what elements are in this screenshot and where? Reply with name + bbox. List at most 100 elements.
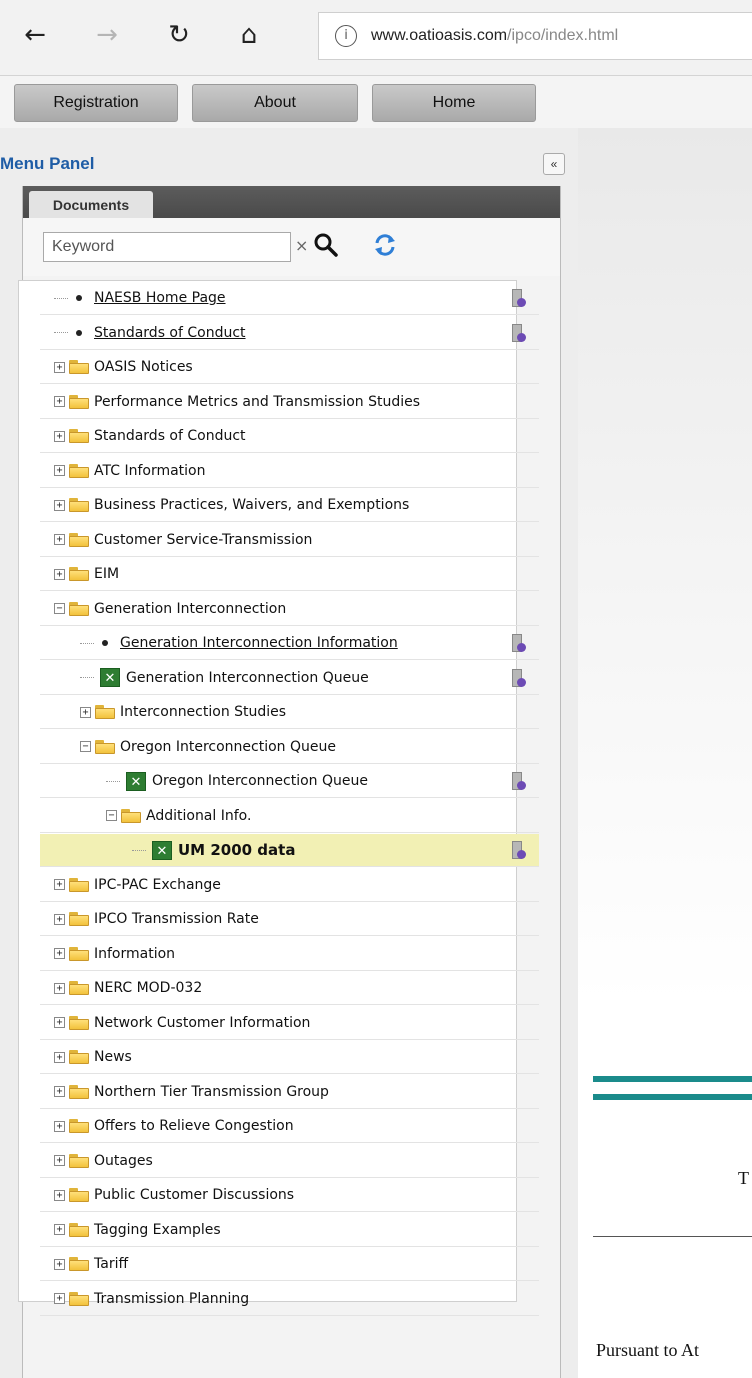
tree-item[interactable]: + Interconnection Studies [40, 696, 539, 729]
tree-item[interactable]: − Additional Info. [40, 800, 539, 833]
tab-documents[interactable]: Documents [29, 191, 153, 218]
tree-item[interactable]: + IPC-PAC Exchange [40, 869, 539, 902]
tree-item[interactable]: + OASIS Notices [40, 351, 539, 384]
expand-node-icon[interactable]: + [54, 1293, 65, 1304]
expand-node-icon[interactable]: + [54, 1155, 65, 1166]
tree-item[interactable]: + EIM [40, 558, 539, 591]
expand-node-icon[interactable]: + [54, 879, 65, 890]
address-bar[interactable]: i www.oatioasis.com/ipco/index.html [318, 12, 752, 60]
expand-node-icon[interactable]: + [54, 1189, 65, 1201]
folder-icon [69, 1222, 89, 1237]
expand-node-icon[interactable]: + [54, 534, 65, 545]
expand-node-icon[interactable]: + [80, 706, 91, 718]
collapse-node-icon[interactable]: − [106, 810, 117, 821]
tree-item-label: Network Customer Information [94, 1014, 311, 1031]
about-button[interactable]: About [192, 84, 358, 122]
info-icon[interactable]: i [335, 25, 357, 47]
expand-node-icon[interactable]: + [54, 1017, 65, 1028]
home-icon[interactable]: ⌂ [232, 18, 266, 52]
tree-item[interactable]: + Tariff [40, 1248, 539, 1281]
expand-node-icon[interactable]: + [54, 465, 65, 476]
document-properties-icon[interactable] [510, 668, 526, 688]
tree-item[interactable]: Generation Interconnection Information [40, 627, 539, 660]
tree-item[interactable]: + ATC Information [40, 455, 539, 488]
tree-item-label[interactable]: Standards of Conduct [94, 325, 246, 341]
menu-panel-header: Menu Panel « [0, 146, 578, 182]
folder-icon [69, 1188, 89, 1202]
tree-item[interactable]: ✕ UM 2000 data [40, 834, 539, 867]
expand-node-icon[interactable]: + [54, 982, 65, 994]
expand-node-icon[interactable]: + [54, 1224, 65, 1235]
tree-item[interactable]: + Information [40, 938, 539, 971]
tree-item[interactable]: − Oregon Interconnection Queue [40, 731, 539, 764]
collapse-node-icon[interactable]: − [54, 603, 65, 614]
expand-node-icon[interactable]: + [54, 1086, 65, 1097]
tree-item[interactable]: + Public Customer Discussions [40, 1179, 539, 1212]
collapse-node-icon[interactable]: − [80, 741, 91, 752]
document-properties-icon[interactable] [510, 323, 526, 343]
expand-node-icon[interactable]: + [54, 1258, 65, 1270]
document-properties-icon[interactable] [510, 634, 526, 653]
tree-item-label: Oregon Interconnection Queue [120, 738, 336, 755]
registration-button[interactable]: Registration [14, 84, 178, 122]
tree-item[interactable]: + Network Customer Information [40, 1007, 539, 1040]
tree-item-label: Generation Interconnection [94, 600, 287, 617]
tree-item-label: Business Practices, Waivers, and Exempti… [94, 497, 410, 513]
forward-arrow-icon[interactable]: → [90, 18, 124, 52]
url-path: /ipco/index.html [507, 27, 619, 44]
tree-item-label[interactable]: Generation Interconnection Information [120, 635, 398, 651]
folder-icon [69, 601, 89, 616]
collapse-panel-button[interactable]: « [543, 153, 565, 175]
tree-item[interactable]: + News [40, 1041, 539, 1074]
tree-item[interactable]: + IPCO Transmission Rate [40, 903, 539, 936]
tree-item[interactable]: + Northern Tier Transmission Group [40, 1076, 539, 1109]
tree-item[interactable]: + Outages [40, 1145, 539, 1178]
tree-item[interactable]: ✕ Oregon Interconnection Queue [40, 765, 539, 798]
documents-tabbar: Documents [23, 186, 560, 218]
tree-connector [54, 297, 68, 299]
teal-rule-top [593, 1076, 752, 1082]
expand-node-icon[interactable]: + [54, 499, 65, 511]
folder-icon [69, 498, 89, 512]
folder-icon [69, 1119, 89, 1133]
back-arrow-icon[interactable]: ← [18, 18, 52, 52]
tree-item[interactable]: + Customer Service-Transmission [40, 524, 539, 557]
tree-item[interactable]: + Tagging Examples [40, 1214, 539, 1247]
content-area: T Pursuant to At [578, 128, 752, 1378]
expand-node-icon[interactable]: + [54, 568, 65, 580]
search-icon[interactable] [313, 231, 339, 259]
tree-item-label: Tariff [94, 1256, 129, 1272]
refresh-icon[interactable]: ↻ [162, 18, 196, 52]
bullet-icon [102, 640, 108, 646]
tree-item[interactable]: + Offers to Relieve Congestion [40, 1110, 539, 1143]
expand-node-icon[interactable]: + [54, 396, 65, 407]
tree-item[interactable]: + Standards of Conduct [40, 420, 539, 453]
tree-item[interactable]: Standards of Conduct [40, 317, 539, 350]
expand-node-icon[interactable]: + [54, 1051, 65, 1063]
expand-node-icon[interactable]: + [54, 361, 65, 373]
tree-item-label[interactable]: NAESB Home Page [94, 290, 226, 306]
expand-node-icon[interactable]: + [54, 913, 65, 925]
document-properties-icon[interactable] [510, 841, 526, 860]
url-host: www.oatioasis.com [371, 27, 508, 44]
tree-item[interactable]: NAESB Home Page [40, 282, 539, 315]
refresh-list-icon[interactable] [371, 231, 399, 259]
tree-item-label: News [94, 1049, 132, 1065]
tree-item[interactable]: ✕ Generation Interconnection Queue [40, 662, 539, 695]
document-properties-icon[interactable] [510, 289, 526, 308]
expand-node-icon[interactable]: + [54, 948, 65, 959]
tree-item[interactable]: + Transmission Planning [40, 1283, 539, 1316]
expand-node-icon[interactable]: + [54, 1120, 65, 1132]
excel-file-icon: ✕ [126, 771, 146, 791]
expand-node-icon[interactable]: + [54, 430, 65, 442]
tree-item[interactable]: + Business Practices, Waivers, and Exempt… [40, 489, 539, 522]
tree-item[interactable]: − Generation Interconnection [40, 593, 539, 626]
tree-connector [106, 780, 120, 782]
tree-item[interactable]: + NERC MOD-032 [40, 972, 539, 1005]
clear-icon[interactable]: × [295, 236, 308, 255]
document-properties-icon[interactable] [510, 772, 526, 791]
home-button[interactable]: Home [372, 84, 536, 122]
keyword-input[interactable] [43, 232, 291, 262]
excel-file-icon: ✕ [152, 840, 172, 860]
tree-item[interactable]: + Performance Metrics and Transmission St… [40, 386, 539, 419]
